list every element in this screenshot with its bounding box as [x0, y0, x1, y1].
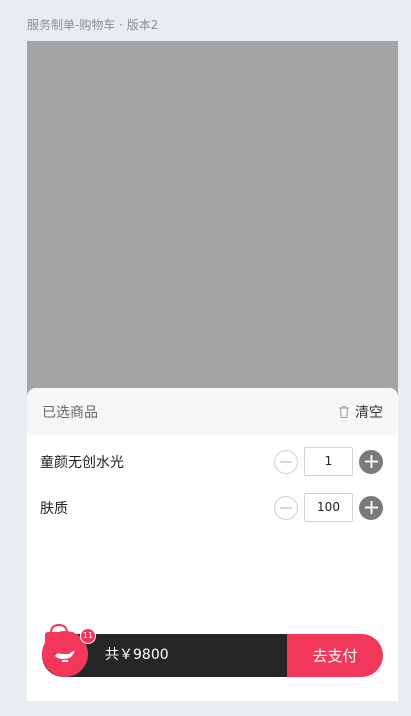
plus-icon: [364, 501, 378, 514]
trash-icon: [339, 405, 349, 418]
page-caption: 服务制单-购物车 · 版本2: [27, 18, 159, 32]
minus-icon: [280, 506, 292, 509]
cart-sheet-title: 已选商品: [42, 404, 98, 421]
item-name: 肤质: [40, 500, 68, 517]
item-name: 童颜无创水光: [40, 454, 124, 471]
cart-item-row: 肤质 100: [27, 484, 398, 531]
plus-icon: [364, 455, 378, 468]
quantity-stepper: 1: [274, 447, 383, 476]
quantity-input[interactable]: 1: [304, 447, 353, 476]
decrease-button[interactable]: [274, 495, 298, 520]
increase-button[interactable]: [359, 495, 383, 520]
phone-frame: 已选商品 清空 童颜无创水光 1 肤质 100 共￥9800 去支付 11: [27, 41, 398, 701]
clear-button[interactable]: 清空: [338, 402, 383, 422]
cart-item-row: 童颜无创水光 1: [27, 438, 398, 485]
decrease-button[interactable]: [274, 449, 298, 474]
minus-icon: [280, 460, 292, 463]
pay-button[interactable]: 去支付: [287, 634, 383, 677]
cart-sheet-header: 已选商品 清空: [27, 388, 398, 435]
quantity-input[interactable]: 100: [304, 493, 353, 522]
quantity-stepper: 100: [274, 493, 383, 522]
increase-button[interactable]: [359, 449, 383, 474]
modal-overlay[interactable]: [27, 41, 398, 396]
clear-button-label: 清空: [355, 404, 383, 421]
cart-count-badge: 11: [80, 628, 96, 644]
total-amount: 共￥9800: [105, 647, 169, 663]
